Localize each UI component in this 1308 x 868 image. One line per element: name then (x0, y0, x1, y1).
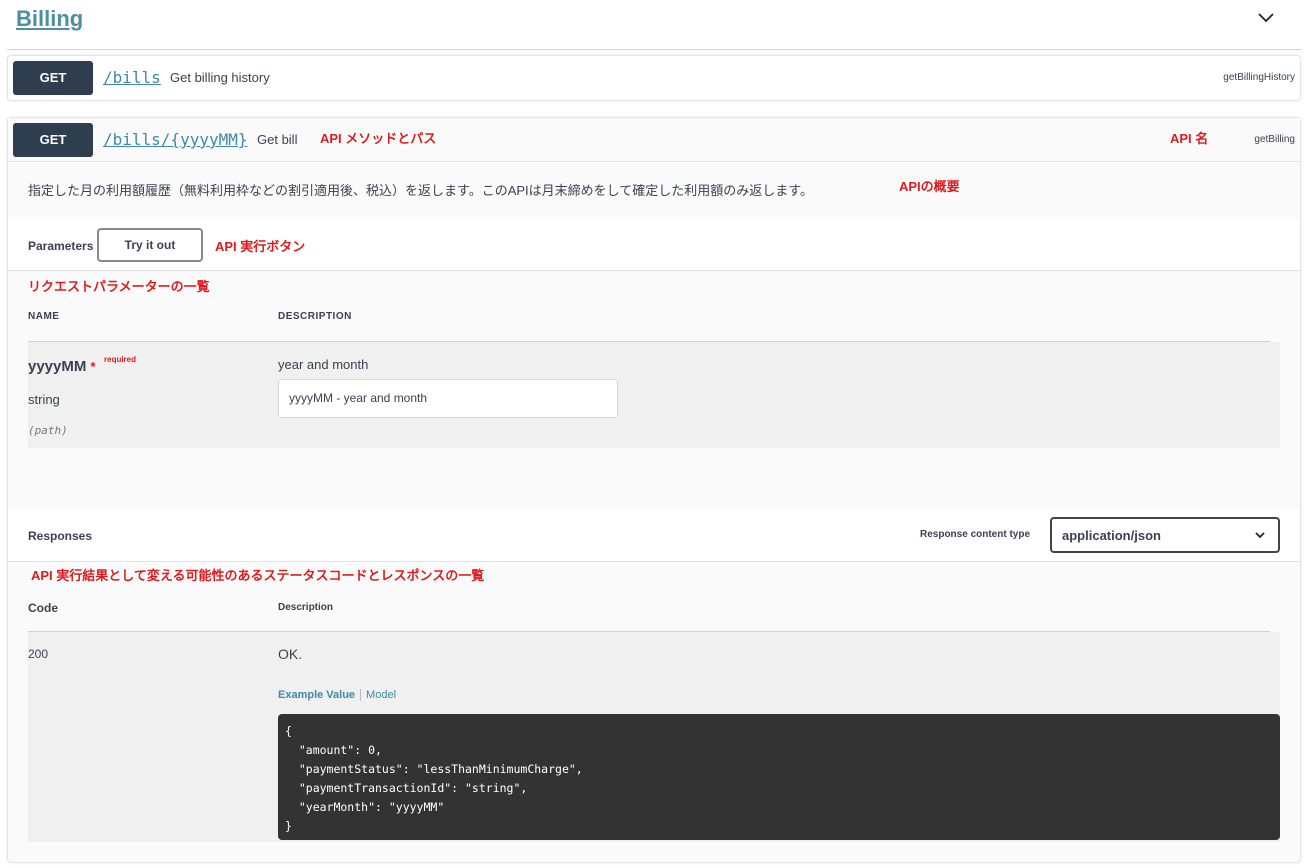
code-line: "paymentTransactionId": "string", (285, 781, 528, 795)
parameter-row: yyyyMM * required string (path) year and… (28, 342, 1280, 448)
param-col-name: NAME (28, 311, 60, 322)
operation-id: getBilling (1254, 134, 1295, 145)
response-content-type-select[interactable]: application/json (1050, 517, 1280, 553)
parameter-in: (path) (28, 424, 68, 437)
operation-id: getBillingHistory (1223, 72, 1295, 83)
response-col-code: Code (28, 601, 58, 615)
tag-title[interactable]: Billing (16, 6, 83, 32)
annotation-response-list: API 実行結果として変える可能性のあるステータスコードとレスポンスの一覧 (31, 568, 485, 583)
responses-header: Responses Response content type applicat… (8, 509, 1300, 562)
tab-example-value[interactable]: Example Value (278, 689, 362, 701)
annotation-overview: APIの概要 (899, 179, 960, 194)
operation-summary-text: Get bill (257, 132, 298, 147)
response-row: 200 OK. Example Value Model { "amount": 0… (28, 632, 1280, 842)
tag-header[interactable]: Billing (7, 0, 1301, 50)
operation-summary[interactable]: GET /bills/{yyyyMM} Get bill API メソッドとパス… (8, 118, 1300, 162)
operation-description: 指定した月の利用額履歴（無料利用枠などの割引適用後、税込）を返します。このAPI… (28, 183, 813, 198)
annotation-api-name: API 名 (1170, 131, 1209, 146)
operation-path[interactable]: /bills (103, 68, 161, 87)
required-badge: required (104, 355, 137, 364)
parameter-type: string (28, 392, 60, 407)
operation-summary[interactable]: GET /bills Get billing history getBillin… (8, 56, 1300, 100)
response-content-type-value: application/json (1062, 528, 1161, 543)
annotation-param-list: リクエストパラメーターの一覧 (28, 279, 210, 294)
responses-title: Responses (28, 529, 93, 543)
example-code-block: { "amount": 0, "paymentStatus": "lessTha… (278, 714, 1280, 840)
code-line: { (285, 724, 292, 738)
code-line: "amount": 0, (285, 743, 382, 757)
parameter-description: year and month (278, 357, 369, 372)
response-description: OK. (278, 646, 303, 662)
code-line: } (285, 819, 292, 833)
chevron-down-icon (1255, 532, 1265, 539)
method-badge: GET (13, 123, 93, 157)
operation-get-bills[interactable]: GET /bills Get billing history getBillin… (7, 55, 1301, 101)
parameters-title: Parameters (28, 239, 94, 253)
operation-path[interactable]: /bills/{yyyyMM} (103, 130, 248, 149)
parameter-input-yyyymm[interactable]: yyyyMM - year and month (278, 379, 618, 418)
code-line: "yearMonth": "yyyyMM" (285, 800, 445, 814)
parameter-name: yyyyMM * (28, 358, 96, 375)
method-badge: GET (13, 61, 93, 95)
operation-summary-text: Get billing history (170, 70, 270, 85)
param-col-description: DESCRIPTION (278, 311, 352, 322)
tab-model[interactable]: Model (361, 689, 396, 701)
annotation-try-button: API 実行ボタン (215, 239, 306, 254)
chevron-down-icon[interactable] (1256, 8, 1276, 28)
example-tabs: Example Value Model (278, 689, 396, 701)
try-it-out-button[interactable]: Try it out (97, 228, 203, 262)
annotation-method-path: API メソッドとパス (320, 131, 437, 146)
parameters-header: Parameters Try it out API 実行ボタン (8, 219, 1300, 271)
operation-get-bill: GET /bills/{yyyyMM} Get bill API メソッドとパス… (7, 117, 1301, 863)
response-code: 200 (28, 647, 49, 661)
code-line: "paymentStatus": "lessThanMinimumCharge"… (285, 762, 583, 776)
response-col-description: Description (278, 602, 334, 613)
response-content-type-label: Response content type (920, 529, 1031, 540)
